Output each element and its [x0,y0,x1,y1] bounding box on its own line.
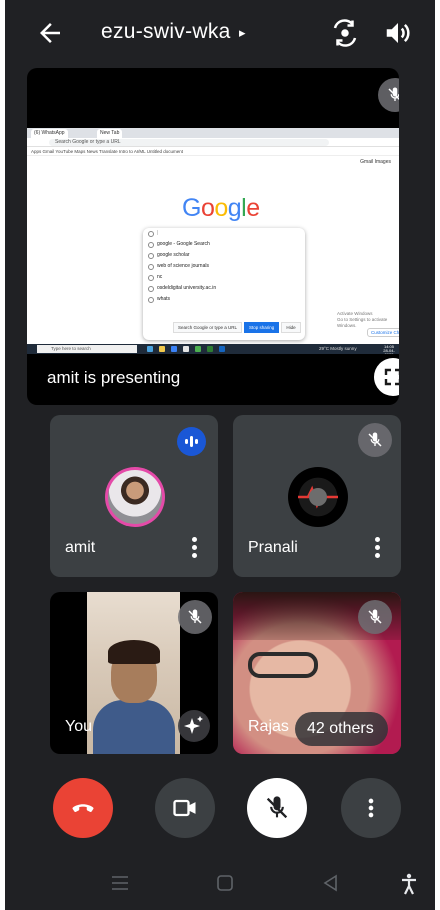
taskbar-search: Type here to search [37,345,137,353]
browser-tab-strip: (6) WhatsApp New Tab [27,128,399,138]
stop-sharing-button: Stop sharing [244,322,280,333]
meeting-code[interactable]: ezu-swiv-wka [101,20,231,44]
customize-chrome-button: Customize Chrome [367,328,399,337]
list-item: google scholar [143,250,305,261]
participant-tile-rajas[interactable]: Rajas 42 others [233,592,401,754]
phone-hangup-icon [72,804,94,812]
presentation-tile[interactable]: (6) WhatsApp New Tab Search Google or ty… [27,68,399,405]
mic-toggle-button[interactable] [247,778,307,838]
accessibility-icon[interactable] [399,873,419,895]
participant-name: Rajas [248,718,289,735]
end-call-button[interactable] [53,778,113,838]
taskbar-app-icon [147,346,153,352]
speaking-indicator-icon [177,427,206,456]
taskbar-app-icon [195,346,201,352]
taskbar-app-icon [183,346,189,352]
camera-toggle-button[interactable] [155,778,215,838]
arrow-left-icon[interactable] [35,18,65,48]
top-bar: ezu-swiv-wka ▸ [5,0,435,66]
mic-off-icon [378,78,399,112]
meet-call-screen: ezu-swiv-wka ▸ (6) WhatsApp New Tab Sear… [5,0,435,910]
list-item: google - Google Search [143,239,305,250]
mic-off-icon [178,600,212,634]
list-item: whats [143,294,305,305]
mic-off-icon [358,600,392,634]
list-item: | [143,228,305,239]
taskbar-app-icon [219,346,225,352]
taskbar-app-icon [171,346,177,352]
participant-tile-you[interactable]: You [50,592,218,754]
avatar [105,467,165,527]
google-logo: Google [182,194,260,222]
mic-off-icon [266,796,288,819]
activate-windows-notice: Activate Windows Go to Settings to activ… [337,311,399,329]
browser-address-bar: Search Google or type a URL [49,139,329,146]
mic-off-icon [358,423,392,457]
video-camera-icon [173,799,196,817]
taskbar-app-icon [207,346,213,352]
taskbar-weather: 29°C Mostly sunny [319,346,357,351]
effects-sparkle-icon[interactable] [178,710,210,742]
windows-taskbar: Type here to search 29°C Mostly sunny 14… [27,344,399,354]
more-vert-icon[interactable] [373,537,381,559]
share-banner-text: Search Google or type a URL [173,322,243,333]
participant-tile-amit[interactable]: amit [50,415,218,577]
self-video [87,592,180,754]
shared-screen: (6) WhatsApp New Tab Search Google or ty… [27,128,399,354]
taskbar-clock: 14:05 28-04-2023 [379,345,399,355]
list-item: web of science journals [143,261,305,272]
list-item: nc [143,272,305,283]
back-nav-icon[interactable] [321,873,341,893]
participant-name: You [65,718,92,735]
browser-bookmarks-bar: Apps Gmail YouTube Maps News Translate I… [27,148,399,156]
browser-address-row: Search Google or type a URL [27,138,399,147]
recent-apps-icon[interactable] [109,873,131,893]
participant-name: Pranali [248,539,298,556]
participant-name: amit [65,539,96,556]
participant-tile-pranali[interactable]: Pranali [233,415,401,577]
home-icon[interactable] [215,873,235,893]
camera-switch-icon[interactable] [330,18,360,48]
browser-tab: (6) WhatsApp [31,129,68,138]
share-banner: Search Google or type a URL Stop sharing H… [173,322,303,333]
system-navigation-bar [5,855,435,910]
clock-date: 28-04-2023 [383,348,395,355]
avatar [288,467,348,527]
more-options-button[interactable] [341,778,401,838]
fullscreen-button[interactable] [374,358,399,396]
fullscreen-icon [384,368,399,386]
presenter-label: amit is presenting [47,368,181,387]
speaker-icon[interactable] [383,18,413,48]
hide-button: Hide [281,322,301,333]
search-suggestions: | google - Google Search google scholar … [143,228,305,340]
more-vert-icon [368,798,374,818]
browser-tab: New Tab [97,129,123,138]
google-header-links: Gmail Images [360,159,391,165]
list-item: osdeldigital university.ac.in [143,283,305,294]
others-count-chip[interactable]: 42 others [295,712,388,746]
taskbar-app-icon [159,346,165,352]
more-vert-icon[interactable] [190,537,198,559]
meeting-details-caret[interactable]: ▸ [239,25,246,41]
